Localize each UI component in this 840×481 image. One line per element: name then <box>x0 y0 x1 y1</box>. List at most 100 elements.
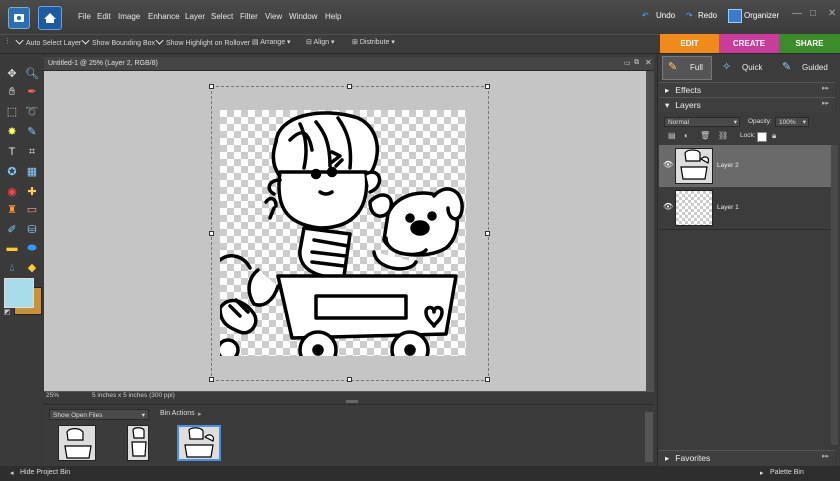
transform-handle-r[interactable] <box>485 231 490 236</box>
undo-button[interactable]: Undo <box>656 11 675 20</box>
magic-wand-tool-icon[interactable]: ✸ <box>4 124 20 140</box>
favorites-menu-icon[interactable]: ▸▸ <box>822 452 829 460</box>
doc-restore-button[interactable]: ⧉ <box>634 59 639 67</box>
new-layer-icon[interactable]: ▤ <box>668 131 676 140</box>
hide-project-bin-button[interactable]: Hide Project Bin <box>20 469 70 476</box>
opacity-input[interactable]: 100% ▾ <box>775 117 809 127</box>
canvas-image[interactable] <box>220 110 466 356</box>
view-quick-tab[interactable]: Quick <box>742 63 762 72</box>
hand-tool-icon[interactable]: ✋︎ <box>4 84 20 100</box>
effects-menu-icon[interactable]: ▸▸ <box>822 84 829 92</box>
blend-mode-dropdown[interactable]: Normal ▾ <box>664 117 740 127</box>
menu-view[interactable]: View <box>265 12 282 21</box>
layer-visibility-eye-icon[interactable]: 👁︎ <box>663 202 673 211</box>
transform-handle-tl[interactable] <box>209 84 214 89</box>
layers-panel-header[interactable]: ▾ Layers <box>659 97 835 112</box>
menu-file[interactable]: File <box>78 12 91 21</box>
transform-handle-br[interactable] <box>485 377 490 382</box>
blur-tool-icon[interactable]: 💧︎ <box>4 260 20 276</box>
organizer-icon[interactable] <box>728 9 742 23</box>
eraser-tool-icon[interactable]: ▭ <box>24 202 40 218</box>
transform-handle-b[interactable] <box>347 377 352 382</box>
arrange-dropdown[interactable]: ▤ Arrange ▾ <box>252 38 291 46</box>
type-tool-icon[interactable]: T <box>4 144 20 160</box>
tab-edit[interactable]: EDIT <box>660 34 719 53</box>
align-dropdown[interactable]: ⊟ Align ▾ <box>306 38 334 46</box>
auto-select-layer-checkbox[interactable]: Auto Select Layer <box>15 36 81 47</box>
undo-icon[interactable]: ↶ <box>642 11 649 20</box>
close-button[interactable]: ✕ <box>828 8 836 19</box>
home-icon[interactable] <box>38 6 62 30</box>
organizer-button[interactable]: Organizer <box>744 11 779 20</box>
view-guided-tab[interactable]: Guided <box>802 63 828 72</box>
crop-tool-icon[interactable]: ⌗ <box>24 144 40 160</box>
straighten-tool-icon[interactable]: ▦ <box>24 164 40 180</box>
quick-fix-icon[interactable]: ✧ <box>722 60 731 73</box>
hide-bin-arrow-icon[interactable]: ◂ <box>10 469 14 477</box>
doc-close-button[interactable]: ✕ <box>645 58 652 67</box>
guided-edit-icon[interactable]: ✎ <box>782 60 791 73</box>
transform-handle-t[interactable] <box>347 84 352 89</box>
minimize-button[interactable]: — <box>792 8 802 19</box>
menu-help[interactable]: Help <box>325 12 341 21</box>
menu-edit[interactable]: Edit <box>97 12 111 21</box>
foreground-color-swatch[interactable] <box>4 278 34 308</box>
layer-visibility-eye-icon[interactable]: 👁︎ <box>663 160 673 169</box>
menu-enhance[interactable]: Enhance <box>148 12 180 21</box>
palette-bin-button[interactable]: Palette Bin <box>770 469 804 476</box>
clone-stamp-tool-icon[interactable]: ♜ <box>4 202 20 218</box>
gradient-tool-icon[interactable]: ▬ <box>4 240 20 256</box>
sponge-tool-icon[interactable]: ◆ <box>24 260 40 276</box>
marquee-tool-icon[interactable]: ⬚ <box>4 104 20 120</box>
restore-button[interactable]: □ <box>810 8 816 19</box>
show-bounding-box-checkbox[interactable]: Show Bounding Box <box>81 36 155 47</box>
lock-all-icon[interactable]: 🔒︎ <box>772 131 776 141</box>
tab-create[interactable]: CREATE <box>719 34 779 53</box>
document-tab[interactable]: Untitled-1 @ 25% (Layer 2, RGB/8) <box>44 57 654 71</box>
favorites-panel-header[interactable]: ▸ Favorites <box>659 450 835 465</box>
bin-thumbnail-3-selected[interactable] <box>177 425 221 461</box>
menu-window[interactable]: Window <box>289 12 317 21</box>
adjustment-layer-icon[interactable]: ◐ <box>684 131 689 140</box>
distribute-dropdown[interactable]: ⊞ Distribute ▾ <box>352 38 395 46</box>
bin-thumbnail-1[interactable] <box>58 425 96 461</box>
red-eye-tool-icon[interactable]: ◉ <box>4 184 20 200</box>
bin-thumbnail-2[interactable] <box>127 425 149 461</box>
menu-select[interactable]: Select <box>211 12 233 21</box>
zoom-level[interactable]: 25% <box>46 392 59 399</box>
layer-row-selected[interactable]: 👁︎ Layer 2 <box>659 145 831 188</box>
healing-brush-tool-icon[interactable]: ✚ <box>24 184 40 200</box>
redo-button[interactable]: Redo <box>698 11 717 20</box>
bin-actions-button[interactable]: Bin Actions <box>160 410 195 417</box>
transform-handle-tr[interactable] <box>485 84 490 89</box>
show-highlight-checkbox[interactable]: Show Highlight on Rollover <box>155 36 250 47</box>
move-tool-icon[interactable]: ✥ <box>4 66 20 82</box>
effects-panel-header[interactable]: ▸ Effects <box>659 82 835 97</box>
eyedropper-tool-icon[interactable]: ✒ <box>24 84 40 100</box>
layer-row[interactable]: 👁︎ Layer 1 <box>659 187 831 230</box>
bin-scrollbar[interactable] <box>645 412 653 462</box>
cookie-cutter-tool-icon[interactable]: ✪ <box>4 164 20 180</box>
default-colors-icon[interactable]: ◩ <box>4 308 11 316</box>
bin-resize-grip[interactable] <box>346 400 358 403</box>
delete-layer-icon[interactable]: 🗑︎ <box>700 131 710 140</box>
layers-menu-icon[interactable]: ▸▸ <box>822 99 829 107</box>
bin-show-dropdown[interactable]: Show Open Files ▾ <box>49 409 149 420</box>
zoom-tool-icon[interactable]: 🔍︎ <box>24 66 40 82</box>
tab-share[interactable]: SHARE <box>779 34 840 53</box>
menu-layer[interactable]: Layer <box>185 12 205 21</box>
link-layers-icon[interactable]: ⛓ <box>718 131 728 140</box>
transform-handle-bl[interactable] <box>209 377 214 382</box>
transform-handle-l[interactable] <box>209 231 214 236</box>
lasso-tool-icon[interactable]: ➰ <box>24 104 40 120</box>
brush-tool-icon[interactable]: ✐ <box>4 222 20 238</box>
bin-actions-arrow-icon[interactable]: ▸ <box>198 410 202 418</box>
menu-image[interactable]: Image <box>118 12 140 21</box>
selection-brush-tool-icon[interactable]: ✎ <box>24 124 40 140</box>
palette-bin-arrow-icon[interactable]: ▸ <box>760 469 764 477</box>
menu-filter[interactable]: Filter <box>240 12 258 21</box>
vertical-scrollbar[interactable] <box>646 71 654 391</box>
redo-icon[interactable]: ↷ <box>686 11 693 20</box>
shape-tool-icon[interactable]: ⬬ <box>24 240 40 256</box>
layers-scrollbar[interactable] <box>831 145 838 445</box>
